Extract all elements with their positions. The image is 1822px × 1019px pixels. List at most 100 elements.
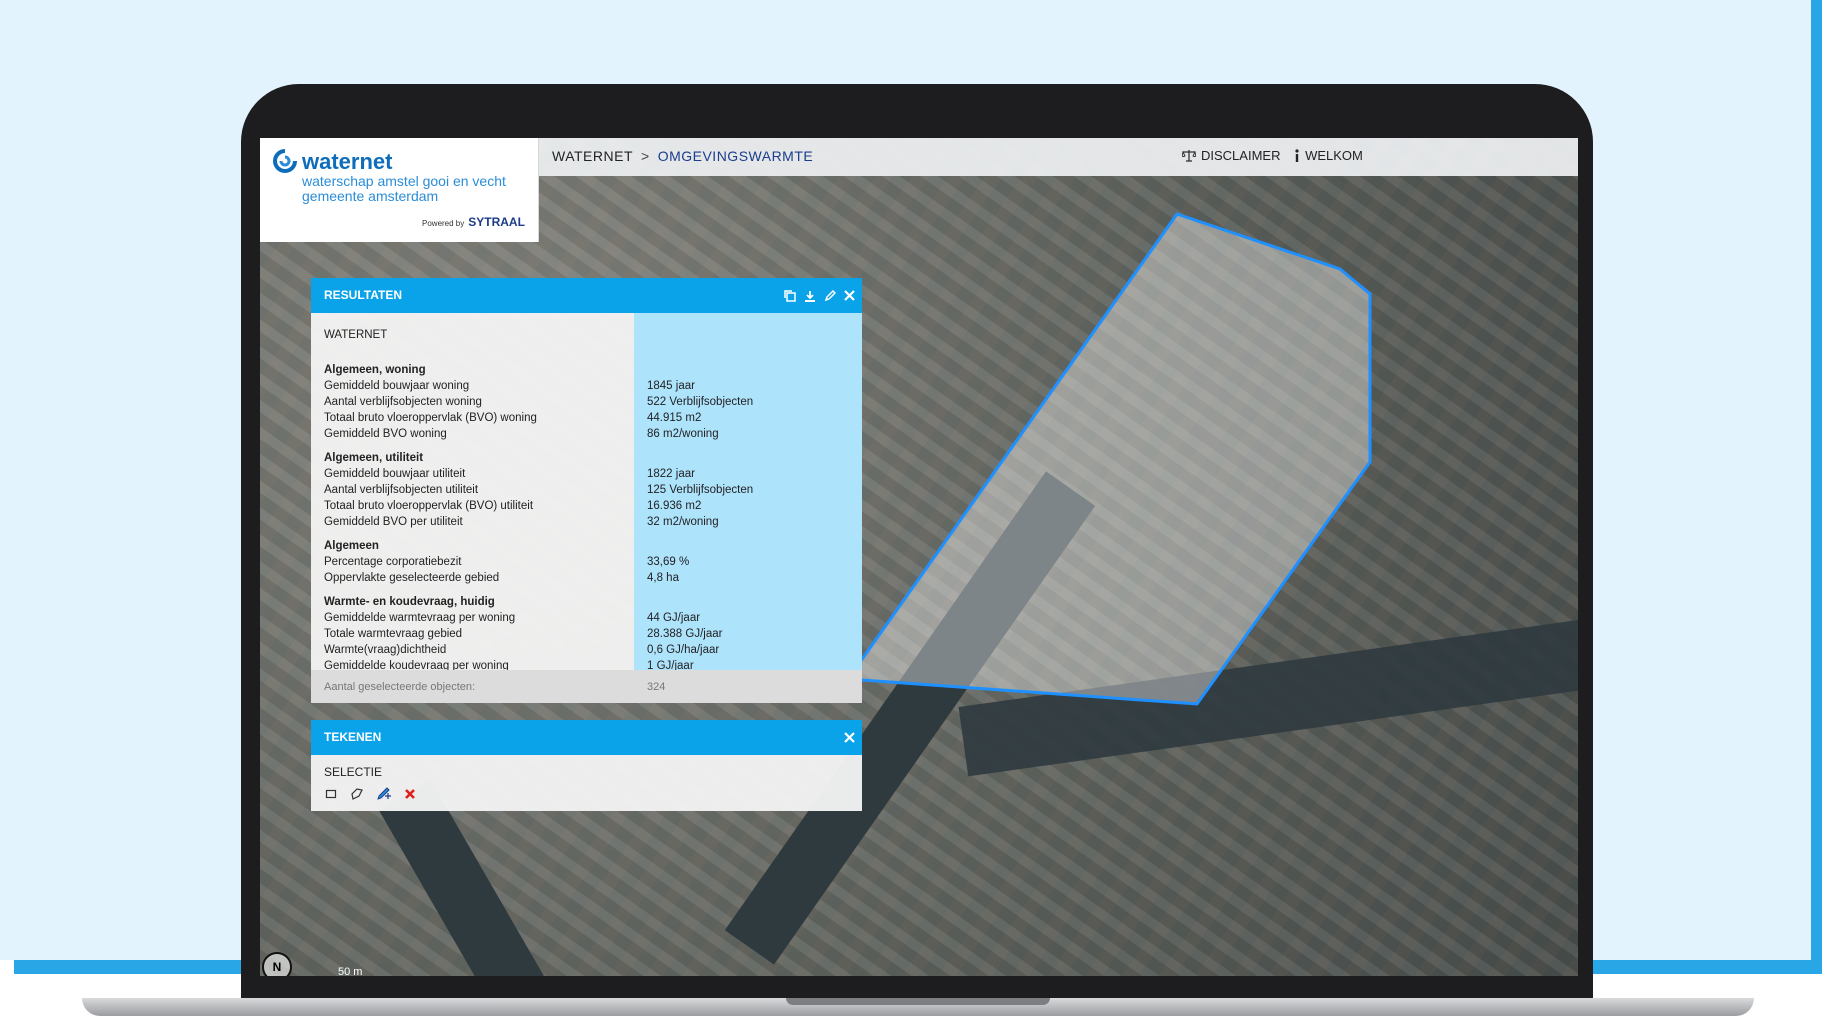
row-value: 522 Verblijfsobjecten <box>647 396 754 408</box>
section-warmte-koudevraag: Warmte- en koudevraag, huidig Gemiddelde… <box>324 594 844 670</box>
result-row: Gemiddeld bouwjaar utiliteit 1822 jaar <box>324 466 844 482</box>
north-arrow-icon[interactable]: N <box>262 952 292 976</box>
close-icon <box>844 732 855 743</box>
delete-select-button[interactable] <box>404 788 416 800</box>
row-label: Aantal verblijfsobjecten woning <box>324 396 482 408</box>
result-row: Warmte(vraag)dichtheid 0,6 GJ/ha/jaar <box>324 642 844 658</box>
row-value: 33,69 % <box>647 556 690 568</box>
welkom-label: WELKOM <box>1305 148 1363 163</box>
row-value: 44 GJ/jaar <box>647 612 701 624</box>
resultaten-body[interactable]: WATERNET Algemeen, woning Gemiddeld bouw… <box>311 313 862 670</box>
breadcrumb: WATERNET > OMGEVINGSWARMTE <box>552 148 813 164</box>
logo-subtitle-line2: gemeente amsterdam <box>302 188 439 204</box>
rectangle-select-icon <box>325 789 337 799</box>
row-label: Gemiddeld BVO woning <box>324 428 447 440</box>
download-icon <box>805 290 815 302</box>
row-value: 32 m2/woning <box>647 516 719 528</box>
selected-objects-count: 324 <box>647 680 666 693</box>
download-button[interactable] <box>804 290 816 302</box>
result-row: Gemiddeld bouwjaar woning 1845 jaar <box>324 378 844 394</box>
edit-select-icon <box>377 787 391 800</box>
tekenen-title: TEKENEN <box>324 730 382 744</box>
result-row: Gemiddelde warmtevraag per woning 44 GJ/j… <box>324 610 844 626</box>
row-label: Percentage corporatiebezit <box>324 556 462 568</box>
row-label: Gemiddeld bouwjaar utiliteit <box>324 468 466 480</box>
welkom-link[interactable]: WELKOM <box>1294 148 1363 163</box>
row-label: Oppervlakte geselecteerde gebied <box>324 572 500 584</box>
section-algemeen: Algemeen Percentage corporatiebezit 33,69… <box>324 538 844 586</box>
result-row: Totale warmtevraag gebied 28.388 GJ/jaar <box>324 626 844 642</box>
scale-label: 50 m <box>338 966 363 976</box>
section-title: Algemeen, utiliteit <box>324 452 424 464</box>
row-label: Totale warmtevraag gebied <box>324 628 463 640</box>
scale-icon <box>1182 150 1196 162</box>
tekenen-close-button[interactable] <box>844 732 855 743</box>
copy-button[interactable] <box>784 289 796 302</box>
row-label: Gemiddeld BVO per utiliteit <box>324 516 463 528</box>
rectangle-select-button[interactable] <box>324 787 338 801</box>
row-value: 44.915 m2 <box>647 412 702 424</box>
selectie-tools <box>324 787 849 801</box>
tekenen-tools <box>844 720 855 755</box>
powered-by-brand: SYTRAAL <box>468 215 525 229</box>
row-value: 125 Verblijfsobjecten <box>647 484 754 496</box>
section-title: Algemeen <box>324 540 379 552</box>
section-title: Warmte- en koudevraag, huidig <box>324 596 495 608</box>
tekenen-panel: TEKENEN SELECTIE <box>311 720 862 811</box>
resultaten-panel: RESULTATEN WATERNET Algemeen, woning Gem… <box>311 278 862 703</box>
resultaten-tools <box>784 278 855 313</box>
results-heading: WATERNET <box>324 329 388 341</box>
result-row: Totaal bruto vloeroppervlak (BVO) utilit… <box>324 498 844 514</box>
result-row: Aantal verblijfsobjecten woning 522 Verbl… <box>324 394 844 410</box>
row-label: Gemiddelde koudevraag per woning <box>324 660 509 670</box>
disclaimer-link[interactable]: DISCLAIMER <box>1182 148 1280 163</box>
selected-objects-label: Aantal geselecteerde objecten: <box>324 680 476 693</box>
edit-button[interactable] <box>824 289 836 302</box>
result-row: Totaal bruto vloeroppervlak (BVO) woning… <box>324 410 844 426</box>
resultaten-header: RESULTATEN <box>311 278 862 313</box>
section-title: Algemeen, woning <box>324 364 426 376</box>
waternet-logo-icon <box>273 149 297 173</box>
tekenen-body: SELECTIE <box>311 755 862 811</box>
close-icon <box>844 290 855 301</box>
resultaten-content: WATERNET Algemeen, woning Gemiddeld bouw… <box>324 329 844 670</box>
resultaten-footer: Aantal geselecteerde objecten: 324 <box>311 670 862 703</box>
result-row: Aantal verblijfsobjecten utiliteit 125 Ve… <box>324 482 844 498</box>
edit-select-button[interactable] <box>376 787 392 801</box>
logo-subtitle: waterschap amstel gooi en vecht gemeente… <box>302 174 506 204</box>
result-row: Gemiddeld BVO woning 86 m2/woning <box>324 426 844 442</box>
logo-box[interactable]: waternet waterschap amstel gooi en vecht… <box>260 138 539 242</box>
row-label: Warmte(vraag)dichtheid <box>324 644 447 656</box>
section-algemeen-woning: Algemeen, woning Gemiddeld bouwjaar woni… <box>324 362 844 442</box>
tekenen-header: TEKENEN <box>311 720 862 755</box>
row-value: 1822 jaar <box>647 468 695 480</box>
selectie-label: SELECTIE <box>324 765 383 779</box>
info-icon <box>1295 149 1299 162</box>
top-links: DISCLAIMER WELKOM <box>1182 148 1373 165</box>
result-row: Gemiddelde koudevraag per woning 1 GJ/jaa… <box>324 658 844 670</box>
row-label: Totaal bruto vloeroppervlak (BVO) utilit… <box>324 500 534 512</box>
logo-brand: waternet <box>302 149 393 174</box>
row-value: 0,6 GJ/ha/jaar <box>647 644 720 656</box>
close-button[interactable] <box>844 290 855 301</box>
laptop-notch <box>786 998 1050 1005</box>
breadcrumb-item-waternet[interactable]: WATERNET <box>552 148 633 164</box>
row-value: 4,8 ha <box>647 572 679 584</box>
row-value: 16.936 m2 <box>647 500 702 512</box>
row-label: Gemiddeld bouwjaar woning <box>324 380 470 392</box>
powered-by-label: Powered by <box>422 219 465 228</box>
result-row: Oppervlakte geselecteerde gebied 4,8 ha <box>324 570 844 586</box>
breadcrumb-item-omgevingswarmte[interactable]: OMGEVINGSWARMTE <box>658 148 814 164</box>
polygon-select-icon <box>351 788 363 800</box>
app-screen: WATERNET > OMGEVINGSWARMTE DISCLAIMER WELK… <box>260 138 1578 976</box>
result-row: Percentage corporatiebezit 33,69 % <box>324 554 844 570</box>
row-label: Gemiddelde warmtevraag per woning <box>324 612 516 624</box>
resultaten-title: RESULTATEN <box>324 288 402 302</box>
logo-subtitle-line1: waterschap amstel gooi en vecht <box>302 173 506 189</box>
polygon-select-button[interactable] <box>350 787 364 801</box>
row-label: Aantal verblijfsobjecten utiliteit <box>324 484 479 496</box>
background-accent-right <box>1811 0 1822 960</box>
edit-icon <box>824 289 836 301</box>
map-scalebar: N 50 m <box>260 938 420 976</box>
copy-icon <box>784 289 796 302</box>
